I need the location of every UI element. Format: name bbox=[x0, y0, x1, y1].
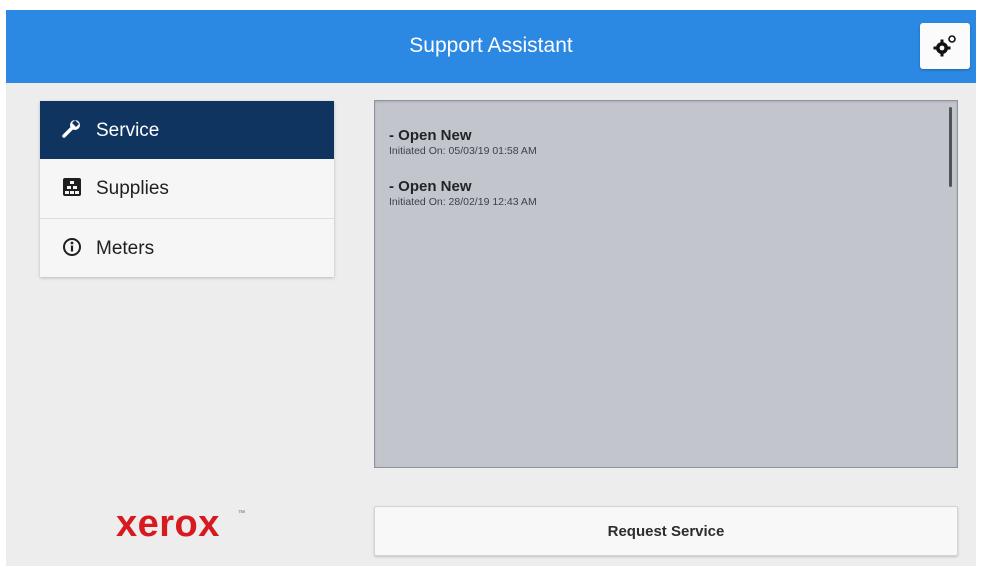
gear-icon bbox=[933, 35, 956, 57]
sidebar-item-label: Supplies bbox=[96, 178, 169, 199]
supplies-icon bbox=[63, 178, 81, 196]
ticket-status: - Open New bbox=[389, 127, 472, 144]
settings-button[interactable] bbox=[920, 23, 970, 69]
xerox-logo: xerox bbox=[116, 503, 220, 545]
support-assistant-screen: Support Assistant Service Supplies Meter… bbox=[6, 10, 976, 566]
sidebar-nav: Service Supplies Meters bbox=[40, 101, 334, 277]
ticket-initiated-date: Initiated On: 28/02/19 12:43 AM bbox=[389, 196, 537, 208]
header-bar: Support Assistant bbox=[6, 10, 976, 83]
ticket-status: - Open New bbox=[389, 178, 472, 195]
list-item[interactable]: - Open New Initiated On: 28/02/19 12:43 … bbox=[389, 178, 537, 208]
list-item[interactable]: - Open New Initiated On: 05/03/19 01:58 … bbox=[389, 127, 537, 157]
sidebar-item-label: Service bbox=[96, 120, 160, 141]
request-service-label: Request Service bbox=[607, 523, 725, 540]
sidebar-item-supplies[interactable]: Supplies bbox=[40, 159, 334, 217]
service-request-list[interactable]: - Open New Initiated On: 05/03/19 01:58 … bbox=[374, 100, 958, 468]
sidebar-item-meters[interactable]: Meters bbox=[40, 218, 334, 277]
info-icon bbox=[63, 238, 81, 256]
page-title: Support Assistant bbox=[409, 34, 573, 57]
trademark-symbol: ™ bbox=[238, 510, 245, 517]
sidebar-item-label: Meters bbox=[96, 238, 155, 259]
wrench-icon bbox=[62, 120, 80, 138]
ticket-initiated-date: Initiated On: 05/03/19 01:58 AM bbox=[389, 145, 537, 157]
sidebar-item-service[interactable]: Service bbox=[40, 101, 334, 159]
scrollbar[interactable] bbox=[949, 107, 952, 187]
request-service-button[interactable]: Request Service bbox=[374, 506, 958, 556]
